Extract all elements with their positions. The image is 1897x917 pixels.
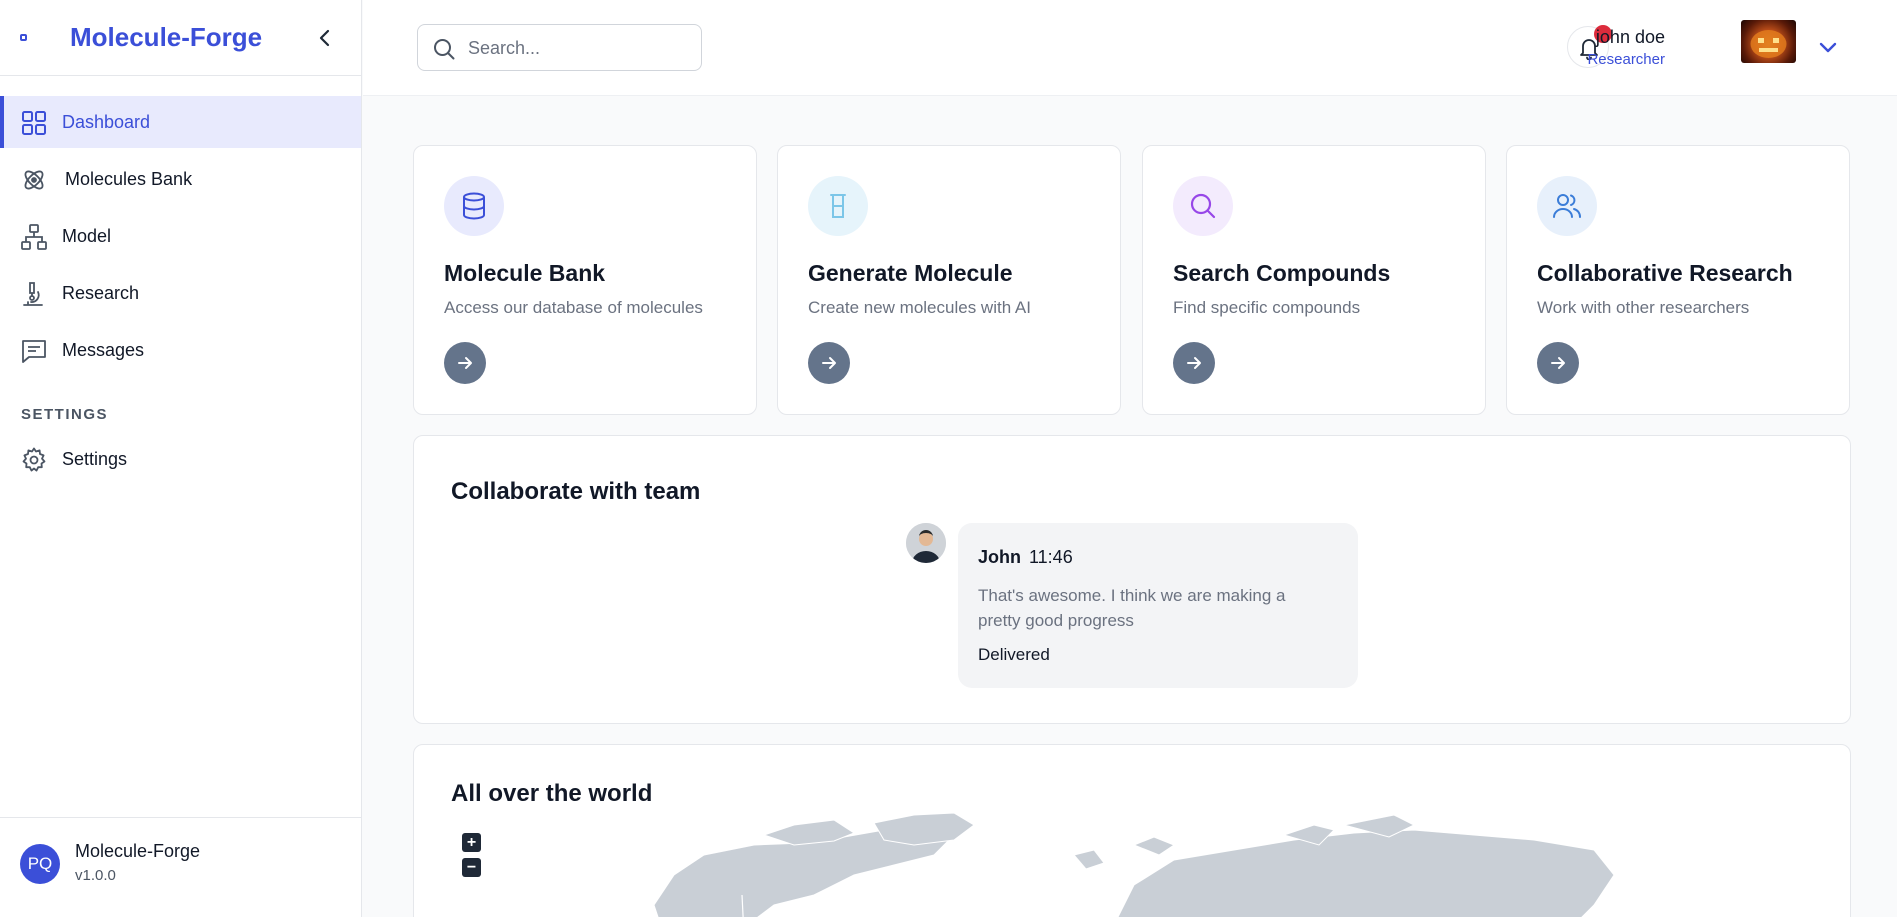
user-avatar[interactable] (1741, 20, 1796, 63)
sidebar-item-label: Molecules Bank (65, 168, 193, 189)
card-title: Generate Molecule (808, 260, 1013, 286)
sidebar-item-molecules-bank[interactable]: Molecules Bank (0, 153, 361, 205)
sidebar-item-label: Research (62, 282, 140, 303)
card-icon-wrap (808, 176, 868, 236)
sidebar-item-label: Model (62, 225, 112, 246)
card-molecule-bank[interactable]: Molecule Bank Access our database of mol… (413, 145, 757, 415)
network-icon (21, 224, 47, 250)
beaker-icon (830, 194, 846, 218)
zoom-in-button[interactable]: + (462, 833, 481, 852)
panel-title: All over the world (451, 780, 653, 807)
message-text: That's awesome. I think we are making a … (978, 586, 1286, 630)
card-icon-wrap (1173, 176, 1233, 236)
message-time: 11:46 (1029, 547, 1073, 567)
open-molecule-bank-button[interactable] (444, 342, 486, 384)
arrow-right-icon (822, 357, 836, 369)
avatar[interactable]: PQ (20, 844, 60, 884)
dashboard-icon (22, 111, 46, 135)
logo-icon (20, 34, 27, 41)
top-header: john doe Researcher (363, 0, 1897, 96)
pumpkin-image (1750, 30, 1787, 58)
footer-app-name: Molecule-Forge (75, 841, 201, 861)
sidebar-item-settings[interactable]: Settings (0, 433, 361, 485)
brand-title: Molecule-Forge (70, 22, 263, 52)
sidebar-item-research[interactable]: Research (0, 267, 361, 319)
settings-section-label: SETTINGS (21, 406, 109, 423)
card-generate-molecule[interactable]: Generate Molecule Create new molecules w… (777, 145, 1121, 415)
card-title: Search Compounds (1173, 260, 1391, 286)
message-status: Delivered (978, 645, 1050, 664)
brand-header: Molecule-Forge (0, 0, 361, 76)
open-collaborative-research-button[interactable] (1537, 342, 1579, 384)
search-icon (434, 39, 455, 60)
card-icon-wrap (444, 176, 504, 236)
world-map-panel: All over the world + − (413, 744, 1851, 917)
sidebar-item-dashboard[interactable]: Dashboard (0, 96, 361, 148)
sidebar: Molecule-Forge Dashboard Molecules Bank (0, 0, 362, 917)
sidebar-item-label: Settings (62, 448, 128, 469)
person-avatar-image (906, 523, 946, 563)
card-description: Create new molecules with AI (808, 298, 1031, 317)
search-box (417, 24, 702, 71)
database-icon (463, 192, 485, 220)
open-generate-molecule-button[interactable] (808, 342, 850, 384)
users-icon (1553, 194, 1581, 218)
message-author: John (978, 547, 1021, 567)
message-author-avatar[interactable] (906, 523, 946, 563)
card-title: Molecule Bank (444, 260, 606, 286)
card-title: Collaborative Research (1537, 260, 1793, 286)
chevron-left-icon (319, 29, 330, 47)
arrow-right-icon (458, 357, 472, 369)
atom-icon (24, 170, 44, 190)
sidebar-footer: PQ Molecule-Forge v1.0.0 (0, 817, 362, 917)
message-bubble: John 11:46 That's awesome. I think we ar… (958, 523, 1358, 688)
sidebar-item-label: Dashboard (62, 111, 151, 132)
message-icon (22, 340, 46, 363)
gear-icon (22, 447, 46, 472)
card-icon-wrap (1537, 176, 1597, 236)
sidebar-item-messages[interactable]: Messages (0, 324, 361, 376)
sidebar-nav: Dashboard Molecules Bank Model Research (0, 76, 361, 485)
collaborate-panel: Collaborate with team John 11:46 That's … (413, 435, 1851, 724)
card-collaborative-research[interactable]: Collaborative Research Work with other r… (1506, 145, 1850, 415)
arrow-right-icon (1551, 357, 1565, 369)
card-description: Work with other researchers (1537, 298, 1750, 317)
search-input[interactable] (468, 33, 688, 63)
zoom-out-button[interactable]: − (462, 858, 481, 877)
user-name: john doe (1595, 27, 1665, 47)
card-search-compounds[interactable]: Search Compounds Find specific compounds (1142, 145, 1486, 415)
panel-title: Collaborate with team (451, 478, 701, 505)
open-search-compounds-button[interactable] (1173, 342, 1215, 384)
chevron-down-icon (1819, 42, 1837, 53)
collapse-sidebar-button[interactable] (314, 24, 336, 52)
microscope-icon (23, 282, 43, 306)
sidebar-item-label: Messages (62, 339, 145, 360)
sidebar-item-model[interactable]: Model (0, 210, 361, 262)
footer-version: v1.0.0 (75, 867, 116, 884)
world-map[interactable] (414, 745, 1851, 917)
arrow-right-icon (1187, 357, 1201, 369)
user-role: Researcher (1587, 51, 1665, 68)
card-description: Find specific compounds (1173, 298, 1361, 317)
user-menu-button[interactable] (1815, 34, 1841, 60)
search-icon (1190, 193, 1216, 219)
card-description: Access our database of molecules (444, 298, 703, 317)
